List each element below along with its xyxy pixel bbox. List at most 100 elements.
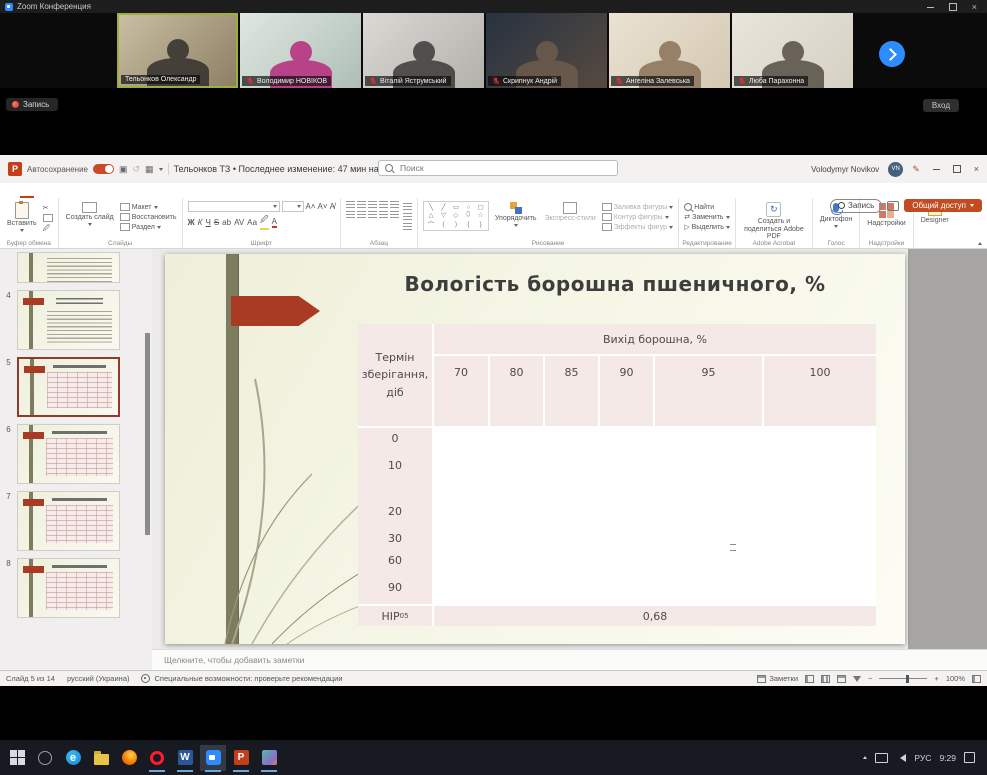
firefox-taskbar-button[interactable] bbox=[120, 749, 138, 767]
zoom-slider[interactable] bbox=[879, 678, 927, 679]
cut-button[interactable]: ✂ bbox=[43, 204, 53, 212]
display-icon[interactable] bbox=[875, 753, 888, 763]
reset-button[interactable]: Восстановить bbox=[120, 213, 177, 221]
participant-video-tile[interactable]: Ангеліна Залевська bbox=[609, 13, 730, 88]
new-slide-button[interactable]: Создать слайд bbox=[64, 201, 116, 227]
clear-format-button[interactable]: А̸ bbox=[330, 202, 335, 211]
collapse-ribbon-icon[interactable] bbox=[978, 242, 982, 245]
shapes-gallery[interactable]: ╲╱▭○▢ △▽◇⬯☆ ⌒(){} bbox=[423, 201, 489, 231]
reading-view-icon[interactable] bbox=[837, 675, 846, 683]
zoom-minimize-button[interactable] bbox=[927, 7, 934, 8]
layout-button[interactable]: Макет bbox=[120, 203, 177, 211]
italic-button[interactable]: К bbox=[198, 218, 203, 227]
numbering-icon[interactable] bbox=[357, 201, 366, 209]
speaker-icon[interactable] bbox=[896, 754, 906, 762]
slide-counter[interactable]: Слайд 5 из 14 bbox=[6, 674, 55, 683]
clock[interactable]: 9:29 bbox=[939, 753, 956, 763]
text-shadow-button[interactable]: ab bbox=[222, 218, 231, 227]
comments-icon[interactable] bbox=[887, 201, 899, 211]
char-spacing-button[interactable]: AV bbox=[234, 218, 244, 227]
participant-video-tile[interactable]: Віталій Яструмський bbox=[363, 13, 484, 88]
participant-video-tile[interactable]: Тельонков Олександр bbox=[117, 13, 238, 88]
search-taskbar-button[interactable] bbox=[36, 749, 54, 767]
ppt-close-button[interactable]: × bbox=[974, 166, 979, 173]
align-text-icon[interactable] bbox=[403, 213, 412, 221]
grow-font-button[interactable]: А˄ bbox=[306, 202, 316, 211]
highlight-button[interactable]: 🖉 bbox=[260, 214, 269, 230]
explorer-taskbar-button[interactable] bbox=[92, 749, 110, 767]
participant-video-tile[interactable]: Скрипнук Андрій bbox=[486, 13, 607, 88]
undo-icon[interactable]: ↺ bbox=[133, 164, 141, 174]
shape-outline-button[interactable]: Контур фигуры bbox=[602, 213, 673, 221]
opera-taskbar-button[interactable] bbox=[148, 749, 166, 767]
indent-decrease-icon[interactable] bbox=[368, 201, 377, 209]
arrange-button[interactable]: Упорядочить bbox=[493, 201, 539, 228]
zoom-close-button[interactable]: × bbox=[972, 4, 977, 11]
tray-expand-icon[interactable] bbox=[863, 756, 867, 759]
language-tray[interactable]: РУС bbox=[914, 753, 931, 763]
search-input[interactable] bbox=[398, 162, 611, 174]
zoom-in-button[interactable]: + bbox=[934, 674, 938, 683]
shrink-font-button[interactable]: А˅ bbox=[318, 202, 328, 211]
underline-button[interactable]: Ч bbox=[205, 218, 210, 227]
next-participants-button[interactable] bbox=[879, 41, 905, 67]
save-icon[interactable]: ▣ bbox=[119, 164, 128, 174]
create-pdf-button[interactable]: ↻ Создать и поделиться Adobe PDF bbox=[741, 201, 807, 242]
align-left-icon[interactable] bbox=[346, 211, 355, 219]
slide-canvas[interactable]: Вологість борошна пшеничного, % Термін з… bbox=[165, 254, 905, 644]
notes-placeholder[interactable]: Щелкните, чтобы добавить заметки bbox=[152, 649, 987, 670]
zoom-maximize-button[interactable] bbox=[949, 3, 957, 11]
change-case-button[interactable]: Аа bbox=[247, 218, 257, 227]
justify-icon[interactable] bbox=[379, 211, 388, 219]
line-spacing-icon[interactable] bbox=[390, 201, 399, 209]
edge-taskbar-button[interactable]: e bbox=[64, 749, 82, 767]
slide-thumbnail[interactable] bbox=[17, 290, 120, 350]
participant-video-tile[interactable]: Люба Парахонна bbox=[732, 13, 853, 88]
indent-increase-icon[interactable] bbox=[379, 201, 388, 209]
paste-button[interactable]: Вставить bbox=[5, 201, 39, 233]
bold-button[interactable]: Ж bbox=[188, 218, 195, 227]
search-box[interactable] bbox=[378, 160, 618, 176]
strikethrough-button[interactable]: S bbox=[214, 218, 219, 227]
fit-to-window-icon[interactable] bbox=[972, 675, 981, 683]
slideshow-view-icon[interactable] bbox=[853, 676, 861, 682]
font-color-button[interactable]: А bbox=[272, 217, 277, 228]
photos-taskbar-button[interactable] bbox=[260, 749, 278, 767]
align-center-icon[interactable] bbox=[357, 211, 366, 219]
align-right-icon[interactable] bbox=[368, 211, 377, 219]
smartart-icon[interactable] bbox=[403, 223, 412, 231]
ppt-minimize-button[interactable] bbox=[933, 169, 940, 170]
language-indicator[interactable]: русский (Украина) bbox=[67, 674, 130, 683]
slide-title[interactable]: Вологість борошна пшеничного, % bbox=[335, 272, 895, 296]
font-name-combo[interactable] bbox=[188, 201, 280, 212]
slide-thumbnail[interactable] bbox=[17, 357, 120, 417]
text-direction-icon[interactable] bbox=[403, 203, 412, 211]
join-audio-button[interactable]: Вход bbox=[923, 99, 959, 112]
share-button[interactable]: Общий доступ bbox=[904, 199, 982, 212]
notification-center-icon[interactable] bbox=[964, 752, 975, 763]
normal-view-icon[interactable] bbox=[805, 675, 814, 683]
slide-thumbnail[interactable] bbox=[17, 558, 120, 618]
powerpoint-taskbar-button[interactable]: P bbox=[232, 749, 250, 767]
bullets-icon[interactable] bbox=[346, 201, 355, 209]
notes-toggle-button[interactable]: Заметки bbox=[757, 674, 798, 683]
pen-icon[interactable]: ✎ bbox=[912, 164, 920, 175]
slide-thumbnail[interactable] bbox=[17, 491, 120, 551]
panel-scrollbar[interactable] bbox=[145, 333, 150, 535]
zoom-level[interactable]: 100% bbox=[946, 674, 965, 683]
zoom-taskbar-button[interactable] bbox=[204, 749, 222, 767]
start-button[interactable] bbox=[8, 749, 26, 767]
slide-thumbnail[interactable] bbox=[17, 252, 120, 283]
arrow-shape[interactable] bbox=[231, 296, 320, 326]
data-table[interactable]: Термін зберігання, діб Вихід борошна, % … bbox=[358, 324, 876, 626]
slideshow-icon[interactable]: ▦ bbox=[145, 164, 154, 174]
find-button[interactable]: Найти bbox=[684, 203, 730, 211]
section-button[interactable]: Раздел bbox=[120, 223, 177, 231]
quick-access-more-icon[interactable] bbox=[159, 168, 163, 171]
slide-thumbnail[interactable] bbox=[17, 424, 120, 484]
participant-video-tile[interactable]: Володимир НОВІКОВ bbox=[240, 13, 361, 88]
accessibility-status[interactable]: Специальные возможности: проверьте реком… bbox=[154, 674, 342, 683]
font-size-combo[interactable] bbox=[282, 201, 304, 212]
account-avatar[interactable]: VN bbox=[888, 162, 903, 177]
shape-fill-button[interactable]: Заливка фигуры bbox=[602, 203, 673, 211]
